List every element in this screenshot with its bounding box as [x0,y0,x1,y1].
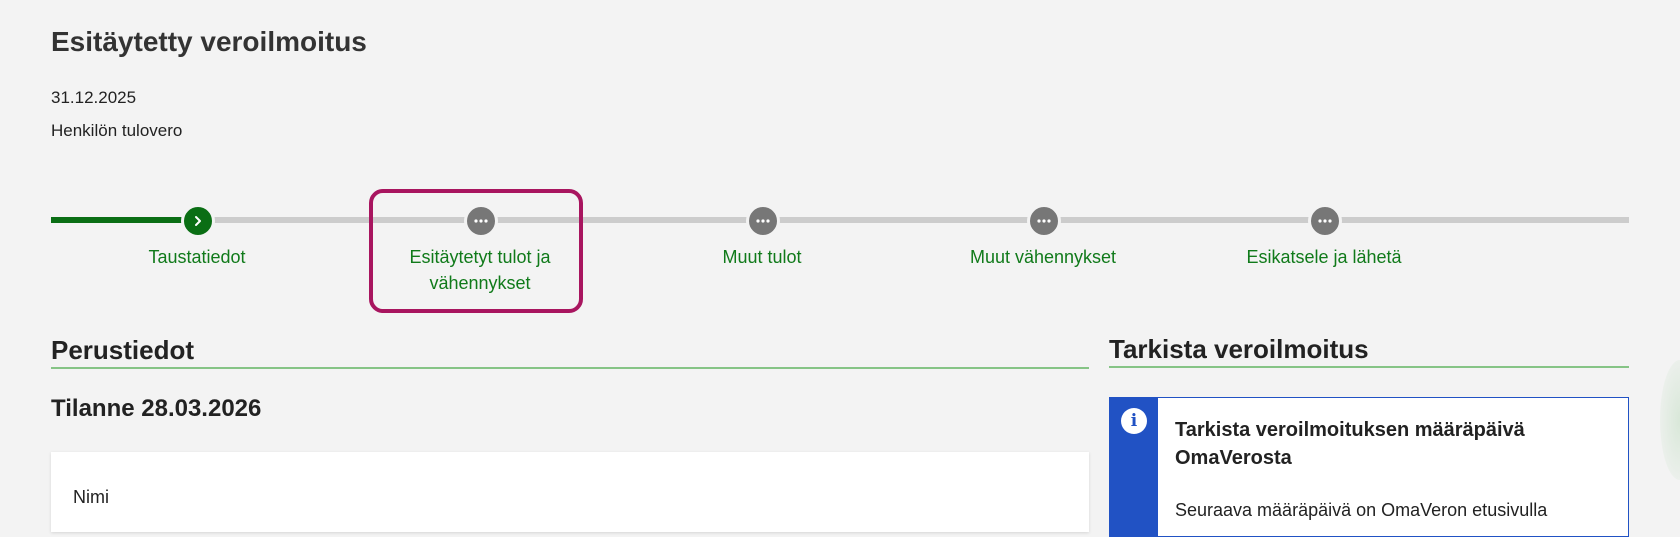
info-notice-title: Tarkista veroilmoituksen määräpäivä OmaV… [1175,419,1525,469]
stepper-track-completed [51,217,199,223]
info-notice: i Tarkista veroilmoituksen määräpäivä Om… [1109,397,1629,537]
step-label[interactable]: Muut vähennykset [943,244,1143,270]
info-notice-bar: i [1110,398,1158,536]
info-icon: i [1121,408,1147,434]
chevron-right-icon[interactable] [181,204,215,238]
progress-stepper: Taustatiedot Esitäytetyt tulot ja vähenn… [51,180,1629,313]
more-dots-icon[interactable] [1308,204,1342,238]
return-date: 31.12.2025 [51,88,137,107]
more-dots-icon[interactable] [746,204,780,238]
edge-decoration [1660,360,1680,480]
name-label: Nimi [73,487,109,507]
step-label[interactable]: Taustatiedot [97,244,297,270]
situation-heading: Tilanne 28.03.2026 [51,395,262,422]
more-dots-icon[interactable] [1027,204,1061,238]
section-divider [51,367,1089,369]
section-title-tarkista: Tarkista veroilmoitus [1109,334,1369,364]
basic-info-card: Nimi [51,452,1089,532]
section-divider [1109,366,1629,368]
info-notice-text: Seuraava määräpäivä on OmaVeron etusivul… [1175,500,1548,520]
stepper-track [51,217,1629,223]
step-label[interactable]: Muut tulot [662,244,862,270]
step-highlight-frame [369,189,583,313]
section-title-perustiedot: Perustiedot [51,335,195,365]
step-label[interactable]: Esikatsele ja lähetä [1224,244,1424,270]
tax-type: Henkilön tulovero [51,121,183,140]
page-title: Esitäytetty veroilmoitus [51,26,367,57]
